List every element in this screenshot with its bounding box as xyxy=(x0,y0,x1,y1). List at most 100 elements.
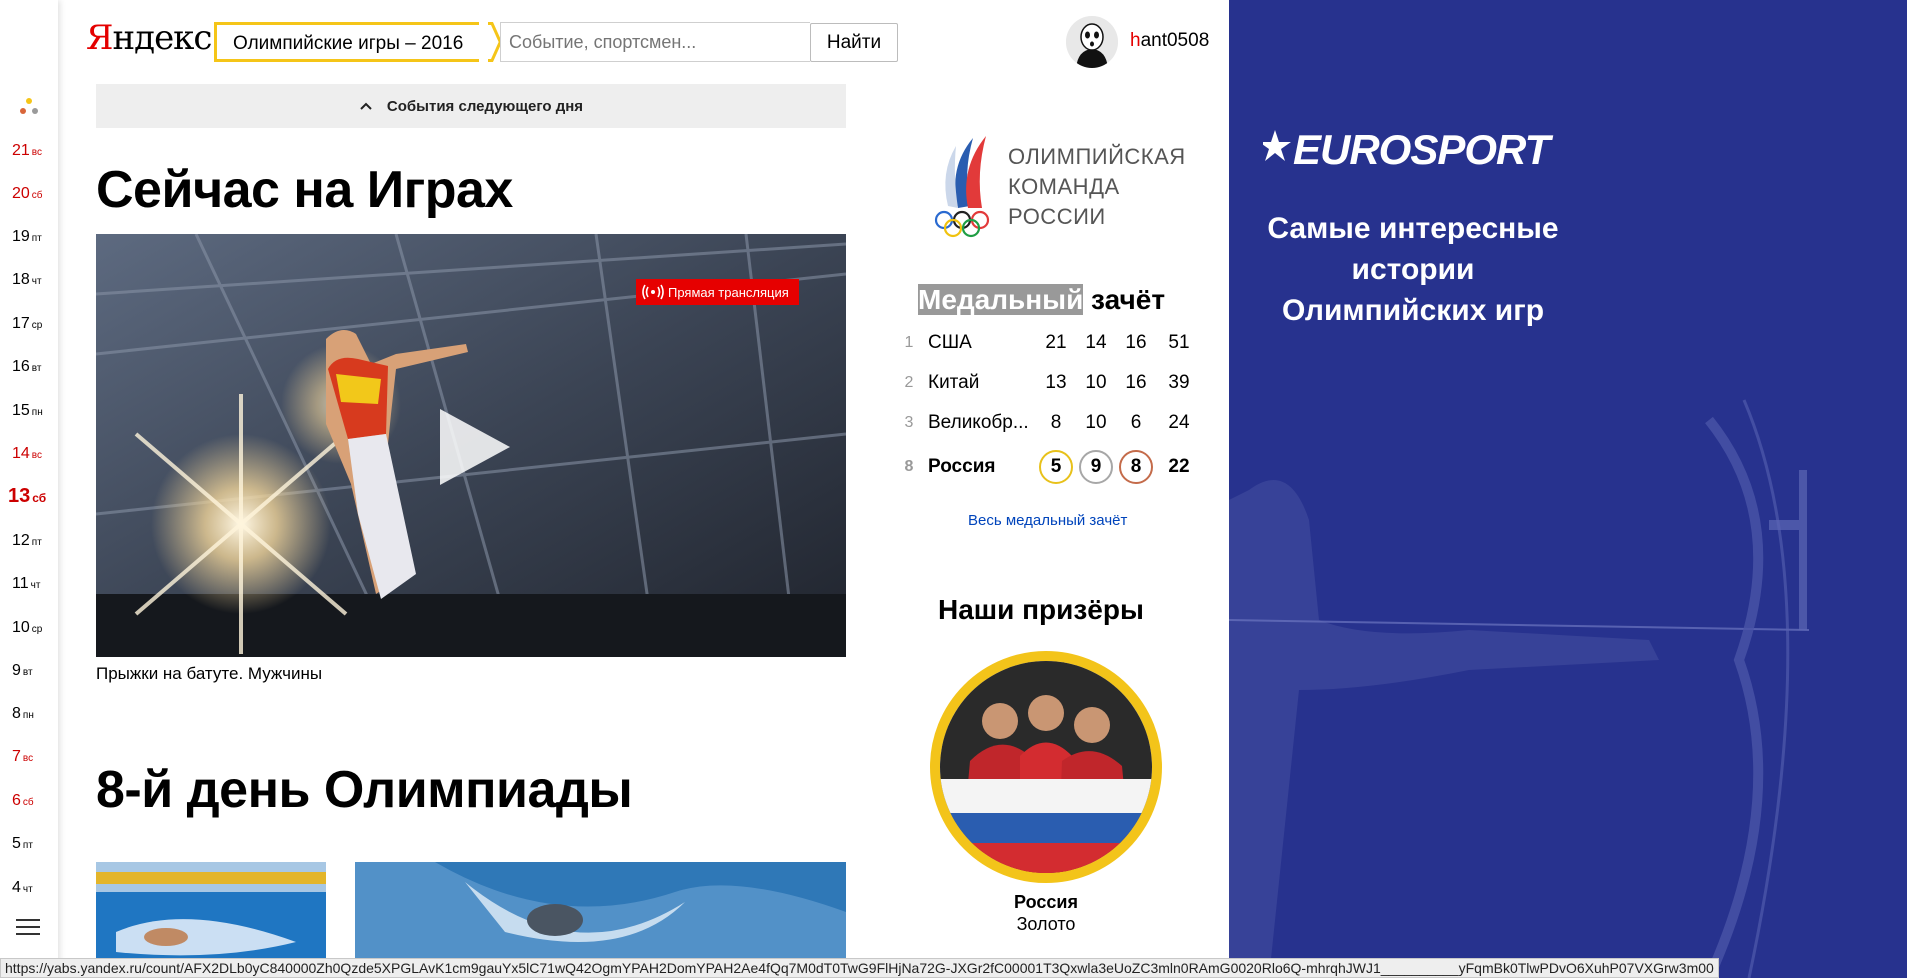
avatar[interactable] xyxy=(1066,16,1118,68)
date-item-5[interactable]: 5 пт xyxy=(0,835,58,853)
weekday-label: чт xyxy=(31,276,42,287)
table-row[interactable]: 2 Китай 13 10 16 39 xyxy=(894,363,1202,403)
date-rail: 21 вс 20 сб 19 пт 18 чт 17 ср 16 вт 15 пн 14 вс 13 сб 12 пт… xyxy=(0,0,58,978)
date-number: 11 xyxy=(12,575,29,592)
weekday-label: вс xyxy=(31,450,42,461)
weekday-label: сб xyxy=(22,797,34,808)
weekday-label: вс xyxy=(22,753,34,764)
prizes-title: Наши призёры xyxy=(938,594,1144,625)
date-number: 7 xyxy=(12,748,21,765)
silver-count: 14 xyxy=(1085,332,1107,353)
table-row[interactable]: 3 Великобр... 8 10 6 24 xyxy=(894,403,1202,443)
weekday-label: пт xyxy=(22,840,33,851)
weekday-label: сб xyxy=(32,491,47,505)
video-caption[interactable]: Прыжки на батуте. Мужчины xyxy=(96,664,322,684)
date-item-11[interactable]: 11 чт xyxy=(0,575,58,593)
gold-count: 13 xyxy=(1045,372,1067,393)
find-button[interactable]: Найти xyxy=(810,23,898,62)
rank: 1 xyxy=(904,334,914,351)
date-item-19[interactable]: 19 пт xyxy=(0,228,58,246)
date-number: 14 xyxy=(12,445,30,462)
date-number: 10 xyxy=(12,619,30,636)
weekday-label: сб xyxy=(31,190,43,201)
date-number: 12 xyxy=(12,532,30,549)
weekday-label: пн xyxy=(22,710,34,721)
silver-count: 9 xyxy=(1079,450,1113,484)
weekday-label: ср xyxy=(31,624,43,635)
play-icon[interactable] xyxy=(432,407,512,487)
yandex-logo[interactable]: Яндекс xyxy=(86,18,212,58)
next-day-button[interactable]: События следующего дня xyxy=(96,84,846,128)
bronze-count: 6 xyxy=(1130,412,1142,433)
date-number: 9 xyxy=(12,662,21,679)
date-number: 16 xyxy=(12,358,30,375)
rank: 3 xyxy=(904,414,914,431)
weekday-label: ср xyxy=(31,320,43,331)
search-input[interactable] xyxy=(500,22,810,62)
eurosport-logo: EUROSPORT xyxy=(1263,126,1555,172)
date-item-12[interactable]: 12 пт xyxy=(0,532,58,550)
table-row[interactable]: 1 США 21 14 16 51 xyxy=(894,323,1202,363)
bronze-count: 8 xyxy=(1119,450,1153,484)
search-tag[interactable]: Олимпийские игры – 2016 xyxy=(214,22,480,62)
bronze-count: 16 xyxy=(1125,332,1147,353)
ad-text: Самые интересные истории Олимпийских игр xyxy=(1267,212,1559,327)
date-number: 17 xyxy=(12,315,30,332)
olympic-rings-icon[interactable] xyxy=(18,98,40,118)
date-number: 15 xyxy=(12,402,30,419)
total-count: 39 xyxy=(1168,372,1190,393)
date-item-15[interactable]: 15 пн xyxy=(0,402,58,420)
team-name: ОЛИМПИЙСКАЯ КОМАНДА РОССИИ xyxy=(1008,142,1186,232)
eurosport-ad[interactable]: EUROSPORT Самые интересные истории Олимп… xyxy=(1229,0,1907,978)
silver-count: 10 xyxy=(1085,372,1107,393)
table-row-russia[interactable]: 8 Россия 5 9 8 22 xyxy=(894,443,1202,491)
date-number: 18 xyxy=(12,271,30,288)
weekday-label: вс xyxy=(31,147,42,158)
date-item-8[interactable]: 8 пн xyxy=(0,705,58,723)
video-player[interactable]: Прямая трансляция xyxy=(96,234,846,657)
now-title: Сейчас на Играх xyxy=(96,161,513,219)
date-item-21[interactable]: 21 вс xyxy=(0,142,58,160)
rank: 2 xyxy=(904,374,914,391)
gold-count: 8 xyxy=(1050,412,1062,433)
all-medals-link[interactable]: Весь медальный зачёт xyxy=(968,512,1127,529)
team-line: РОССИИ xyxy=(1008,204,1106,229)
live-badge: Прямая трансляция xyxy=(636,279,799,305)
team-line: ОЛИМПИЙСКАЯ xyxy=(1008,144,1186,169)
date-item-18[interactable]: 18 чт xyxy=(0,271,58,289)
date-item-7[interactable]: 7 вс xyxy=(0,748,58,766)
date-item-20[interactable]: 20 сб xyxy=(0,185,58,203)
username[interactable]: hant0508 xyxy=(1130,30,1209,52)
bronze-count: 16 xyxy=(1125,372,1147,393)
menu-icon[interactable] xyxy=(16,918,40,936)
date-number: 8 xyxy=(12,705,21,722)
weekday-label: вт xyxy=(31,363,42,374)
total-count: 24 xyxy=(1168,412,1190,433)
weekday-label: вт xyxy=(22,667,33,678)
date-number: 4 xyxy=(12,879,21,896)
date-item-13[interactable]: 13 сб xyxy=(0,485,58,508)
date-number: 19 xyxy=(12,228,30,245)
country: Великобр... xyxy=(928,412,1029,433)
medal-table-title: Медальный зачёт xyxy=(918,284,1166,315)
prize-photo[interactable] xyxy=(930,651,1162,883)
date-item-16[interactable]: 16 вт xyxy=(0,358,58,376)
weekday-label: пн xyxy=(31,407,43,418)
team-line: КОМАНДА xyxy=(1008,174,1120,199)
country: США xyxy=(928,332,972,353)
silver-count: 10 xyxy=(1085,412,1107,433)
date-item-9[interactable]: 9 вт xyxy=(0,662,58,680)
medal-table: 1 США 21 14 16 51 2 Китай 13 10 16 39 3 Великобр... 8 1… xyxy=(894,323,1202,491)
date-number: 5 xyxy=(12,835,21,852)
live-label: Прямая трансляция xyxy=(668,284,789,300)
country: Китай xyxy=(928,372,980,393)
chevron-up-icon xyxy=(360,102,372,110)
date-item-14[interactable]: 14 вс xyxy=(0,445,58,463)
date-item-10[interactable]: 10 ср xyxy=(0,619,58,637)
weekday-label: чт xyxy=(22,884,33,895)
prize-medal: Золото xyxy=(1016,914,1076,934)
date-item-17[interactable]: 17 ср xyxy=(0,315,58,333)
date-item-4[interactable]: 4 чт xyxy=(0,879,58,897)
total-count: 51 xyxy=(1168,332,1190,353)
date-item-6[interactable]: 6 сб xyxy=(0,792,58,810)
